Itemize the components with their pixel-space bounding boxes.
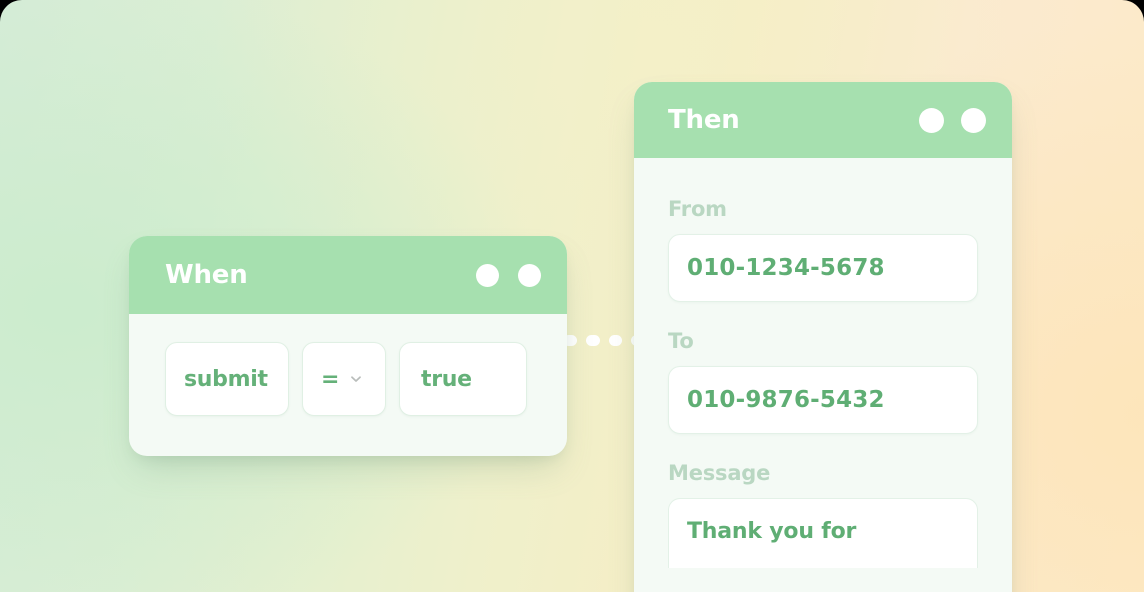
- message-textarea-value: Thank you for: [687, 519, 857, 544]
- connector-dash: [585, 335, 600, 346]
- condition-subject-value: submit: [184, 366, 268, 392]
- then-card-body: From 010-1234-5678 To 010-9876-5432 Mess…: [634, 158, 1012, 568]
- condition-operator-select[interactable]: =: [302, 342, 386, 416]
- automation-rule-canvas: When submit = true Then From 010-1234-56…: [0, 0, 1144, 592]
- condition-subject-field[interactable]: submit: [165, 342, 289, 416]
- condition-operator-value: =: [321, 366, 340, 392]
- dashed-connector: [563, 335, 645, 346]
- chevron-down-icon: [349, 372, 363, 386]
- from-field-label: From: [668, 197, 727, 221]
- when-card-title: When: [165, 260, 248, 290]
- to-input[interactable]: 010-9876-5432: [668, 366, 978, 434]
- message-field-label: Message: [668, 461, 771, 485]
- when-card-body: submit = true: [129, 314, 567, 416]
- close-dot-icon[interactable]: [518, 263, 541, 287]
- when-card: When submit = true: [129, 236, 567, 456]
- then-card: Then From 010-1234-5678 To 010-9876-5432…: [634, 82, 1012, 592]
- to-field-label: To: [668, 329, 694, 353]
- close-dot-icon[interactable]: [961, 107, 986, 133]
- condition-value-field[interactable]: true: [399, 342, 527, 416]
- then-card-title: Then: [668, 105, 740, 135]
- from-input-value: 010-1234-5678: [687, 255, 885, 281]
- connector-dash: [608, 335, 623, 346]
- to-input-value: 010-9876-5432: [687, 387, 885, 413]
- minimize-dot-icon[interactable]: [919, 107, 944, 133]
- then-card-header: Then: [634, 82, 1012, 158]
- condition-value-text: true: [421, 366, 472, 392]
- message-textarea[interactable]: Thank you for: [668, 498, 978, 568]
- when-window-controls: [476, 263, 541, 287]
- when-card-header: When: [129, 236, 567, 314]
- from-input[interactable]: 010-1234-5678: [668, 234, 978, 302]
- minimize-dot-icon[interactable]: [476, 263, 499, 287]
- then-window-controls: [919, 107, 986, 133]
